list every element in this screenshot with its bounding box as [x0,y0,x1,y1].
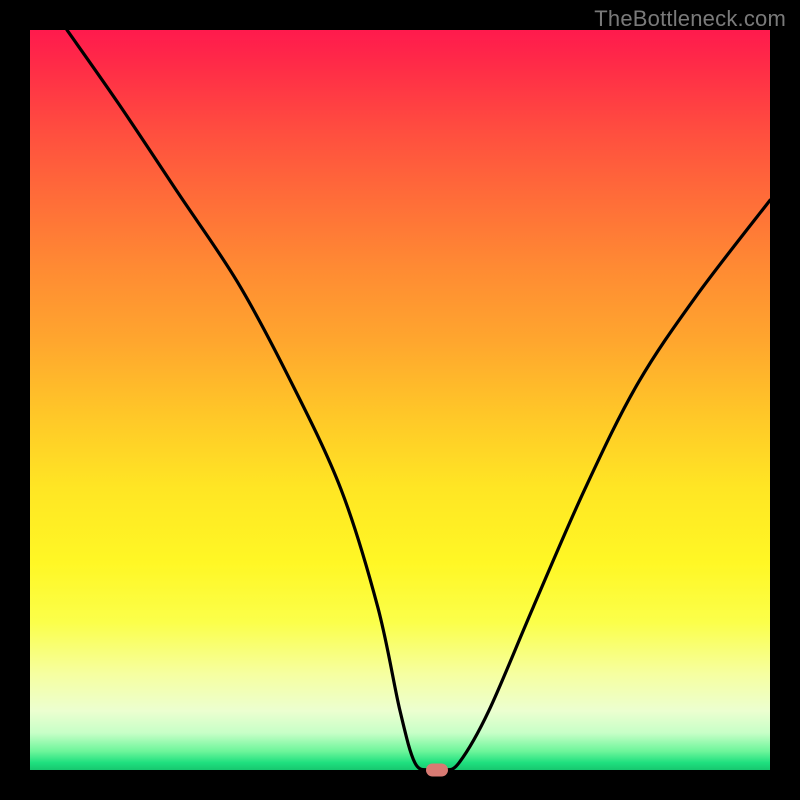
plot-area [30,30,770,770]
curve-path [67,30,770,770]
minimum-marker [426,764,448,777]
bottleneck-curve [30,30,770,770]
chart-frame: TheBottleneck.com [0,0,800,800]
watermark-text: TheBottleneck.com [594,6,786,32]
